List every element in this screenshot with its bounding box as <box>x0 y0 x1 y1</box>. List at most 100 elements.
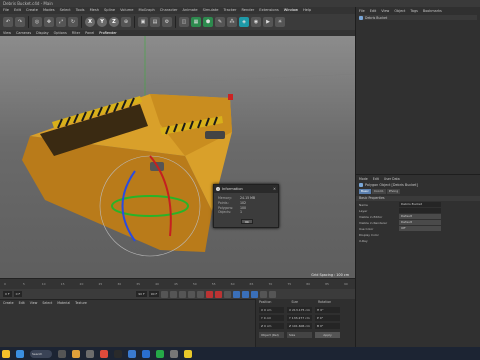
material-menu-edit[interactable]: Edit <box>19 301 25 305</box>
menu-tools[interactable]: Tools <box>76 7 85 14</box>
menu-window[interactable]: Window <box>284 7 298 14</box>
attr-value[interactable]: Default <box>399 214 441 219</box>
goto-end-icon[interactable] <box>197 290 205 298</box>
menu-tracker[interactable]: Tracker <box>224 7 237 14</box>
cinema4d-icon[interactable] <box>86 349 94 358</box>
close-icon[interactable]: ✕ <box>273 187 276 191</box>
render-picture-viewer-icon[interactable]: ▤ <box>150 17 160 27</box>
position-field[interactable]: X 0 cm <box>259 307 284 313</box>
attribute-menu-mode[interactable]: Mode <box>359 176 368 181</box>
object-menu-bookmarks[interactable]: Bookmarks <box>423 8 442 13</box>
menu-render[interactable]: Render <box>241 7 254 14</box>
attribute-menu-user-data[interactable]: User Data <box>384 176 400 181</box>
material-menu-texture[interactable]: Texture <box>75 301 87 305</box>
end-frame-field[interactable]: 90 F <box>136 291 147 297</box>
object-menu-view[interactable]: View <box>381 8 389 13</box>
current-frame-field[interactable]: 0 F <box>13 291 23 297</box>
start-frame-field[interactable]: 0 F <box>3 291 12 297</box>
task-view-icon[interactable] <box>58 349 66 358</box>
menu-modes[interactable]: Modes <box>43 7 55 14</box>
y-axis-lock-button[interactable]: Y <box>97 17 107 27</box>
size-field[interactable]: X 213.175 cm <box>287 307 312 313</box>
menu-character[interactable]: Character <box>160 7 178 14</box>
scale-icon[interactable]: ⤢ <box>56 17 66 27</box>
object-mode-dropdown[interactable]: Object (Rel) <box>259 332 284 338</box>
play-icon[interactable] <box>179 290 187 298</box>
app2-icon[interactable] <box>170 349 178 358</box>
cube-icon[interactable]: ◫ <box>179 17 189 27</box>
menu-animate[interactable]: Animate <box>183 7 198 14</box>
attr-value[interactable]: Off <box>399 226 441 231</box>
subdivision-icon[interactable]: ▦ <box>191 17 201 27</box>
scale-key-icon[interactable] <box>242 290 250 298</box>
chrome-icon[interactable] <box>184 349 192 358</box>
3d-viewport[interactable]: Grid Spacing : 100 cm <box>0 36 355 278</box>
whatsapp-icon[interactable] <box>156 349 164 358</box>
move-icon[interactable]: ✥ <box>44 17 54 27</box>
tab-coord[interactable]: Coord. <box>371 189 386 194</box>
redo-icon[interactable]: ↷ <box>15 17 25 27</box>
deformer-icon[interactable]: ◈ <box>239 17 249 27</box>
rotate-icon[interactable]: ↻ <box>68 17 78 27</box>
rotation-field[interactable]: P 0° <box>315 315 340 321</box>
menu-volume[interactable]: Volume <box>120 7 133 14</box>
param-key-icon[interactable] <box>260 290 268 298</box>
menu-create[interactable]: Create <box>26 7 38 14</box>
spline-pen-icon[interactable]: ✎ <box>215 17 225 27</box>
render-view-icon[interactable]: ▣ <box>138 17 148 27</box>
prev-key-icon[interactable] <box>170 290 178 298</box>
render-settings-icon[interactable]: ⚙ <box>162 17 172 27</box>
object-row[interactable]: Debris Bucket <box>359 15 477 20</box>
light-icon[interactable]: ☀ <box>275 17 285 27</box>
record-icon[interactable] <box>206 290 214 298</box>
vscode-icon[interactable] <box>142 349 150 358</box>
start-icon[interactable] <box>16 349 24 358</box>
live-selection-icon[interactable]: ◎ <box>32 17 42 27</box>
autokey-icon[interactable] <box>215 290 223 298</box>
goto-start-icon[interactable] <box>161 290 169 298</box>
menu-edit[interactable]: Edit <box>14 7 21 14</box>
object-menu-edit[interactable]: Edit <box>370 8 377 13</box>
array-icon[interactable]: ⬢ <box>203 17 213 27</box>
object-menu-object[interactable]: Object <box>394 8 405 13</box>
rotation-field[interactable]: B 0° <box>315 323 340 329</box>
ok-button[interactable]: Ok <box>241 219 253 224</box>
material-manager[interactable]: Create Edit View Select Material Texture <box>0 299 255 347</box>
tab-basic[interactable]: Basic <box>359 189 371 194</box>
search-box[interactable]: Search <box>30 349 52 358</box>
menu-simulate[interactable]: Simulate <box>203 7 219 14</box>
keyframe-selection-icon[interactable] <box>224 290 232 298</box>
tab-phong[interactable]: Phong <box>386 189 401 194</box>
store-icon[interactable] <box>128 349 136 358</box>
position-field[interactable]: Y 0 cm <box>259 315 284 321</box>
object-menu-tags[interactable]: Tags <box>410 8 418 13</box>
attribute-menu-edit[interactable]: Edit <box>373 176 379 181</box>
menu-extensions[interactable]: Extensions <box>259 7 279 14</box>
attr-value[interactable]: Default <box>399 220 441 225</box>
app-icon[interactable] <box>100 349 108 358</box>
environment-icon[interactable]: ◉ <box>251 17 261 27</box>
position-field[interactable]: Z 0 cm <box>259 323 284 329</box>
menu-select[interactable]: Select <box>60 7 71 14</box>
material-menu-create[interactable]: Create <box>3 301 14 305</box>
menu-spline[interactable]: Spline <box>104 7 115 14</box>
position-key-icon[interactable] <box>233 290 241 298</box>
coordinate-system-icon[interactable]: ⊕ <box>121 17 131 27</box>
x-app-icon[interactable] <box>114 349 122 358</box>
timeline-ruler[interactable]: 0 5 10 15 20 25 30 35 40 45 50 55 60 65 70 75 80 85 90 <box>0 278 355 289</box>
apply-button[interactable]: Apply <box>315 332 340 338</box>
camera-icon[interactable]: ▶ <box>263 17 273 27</box>
menu-mograph[interactable]: MoGraph <box>138 7 154 14</box>
file-explorer-icon[interactable] <box>72 349 80 358</box>
size-field[interactable]: Z 101.606 cm <box>287 323 312 329</box>
preview-end-field[interactable]: 90 F <box>148 291 160 297</box>
x-axis-lock-button[interactable]: X <box>85 17 95 27</box>
menu-help[interactable]: Help <box>303 7 311 14</box>
material-menu-material[interactable]: Material <box>57 301 70 305</box>
cloner-icon[interactable]: ⁂ <box>227 17 237 27</box>
material-menu-select[interactable]: Select <box>42 301 52 305</box>
menu-mesh[interactable]: Mesh <box>90 7 99 14</box>
attr-value[interactable]: Debris Bucket <box>399 202 441 207</box>
rotation-field[interactable]: H 0° <box>315 307 340 313</box>
widgets-icon[interactable] <box>2 349 10 358</box>
